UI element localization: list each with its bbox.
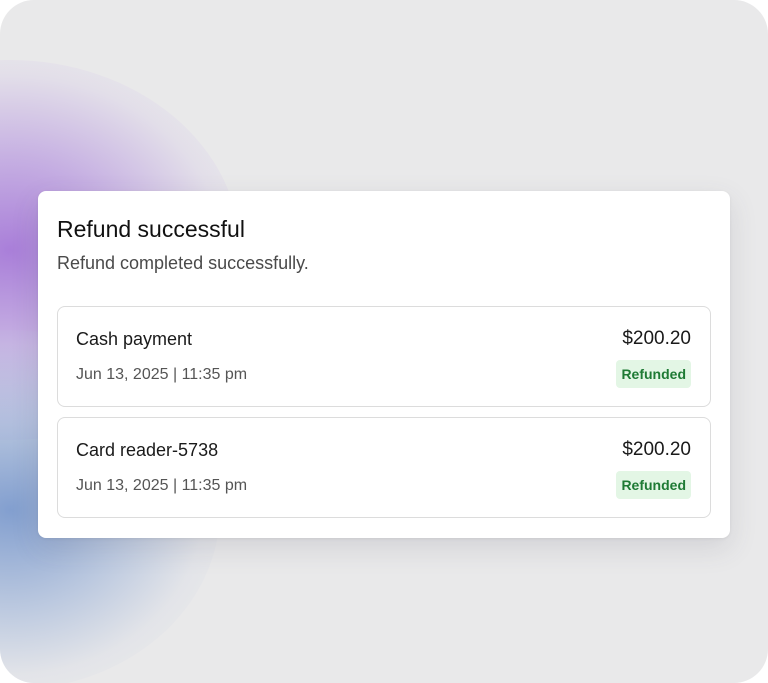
status-badge: Refunded <box>616 360 691 388</box>
refund-item-card: Card reader-5738 Jun 13, 2025 | 11:35 pm… <box>57 417 711 518</box>
dialog-message: Refund completed successfully. <box>57 253 309 273</box>
refund-success-dialog: Refund successful Refund completed succe… <box>38 191 730 538</box>
refund-amount: $200.20 <box>622 328 691 349</box>
dialog-title: Refund successful <box>57 216 245 242</box>
refund-item-cash: Cash payment Jun 13, 2025 | 11:35 pm $20… <box>57 306 711 407</box>
refund-method: Cash payment <box>76 329 193 349</box>
refund-method: Card reader-5738 <box>76 440 219 460</box>
refund-amount: $200.20 <box>622 439 691 460</box>
refund-datetime: Jun 13, 2025 | 11:35 pm <box>76 366 248 383</box>
status-badge: Refunded <box>616 471 691 499</box>
refund-datetime: Jun 13, 2025 | 11:35 pm <box>76 477 248 494</box>
backdrop: Refund successful Refund completed succe… <box>0 0 768 683</box>
refund-list: Cash payment Jun 13, 2025 | 11:35 pm $20… <box>57 306 711 518</box>
